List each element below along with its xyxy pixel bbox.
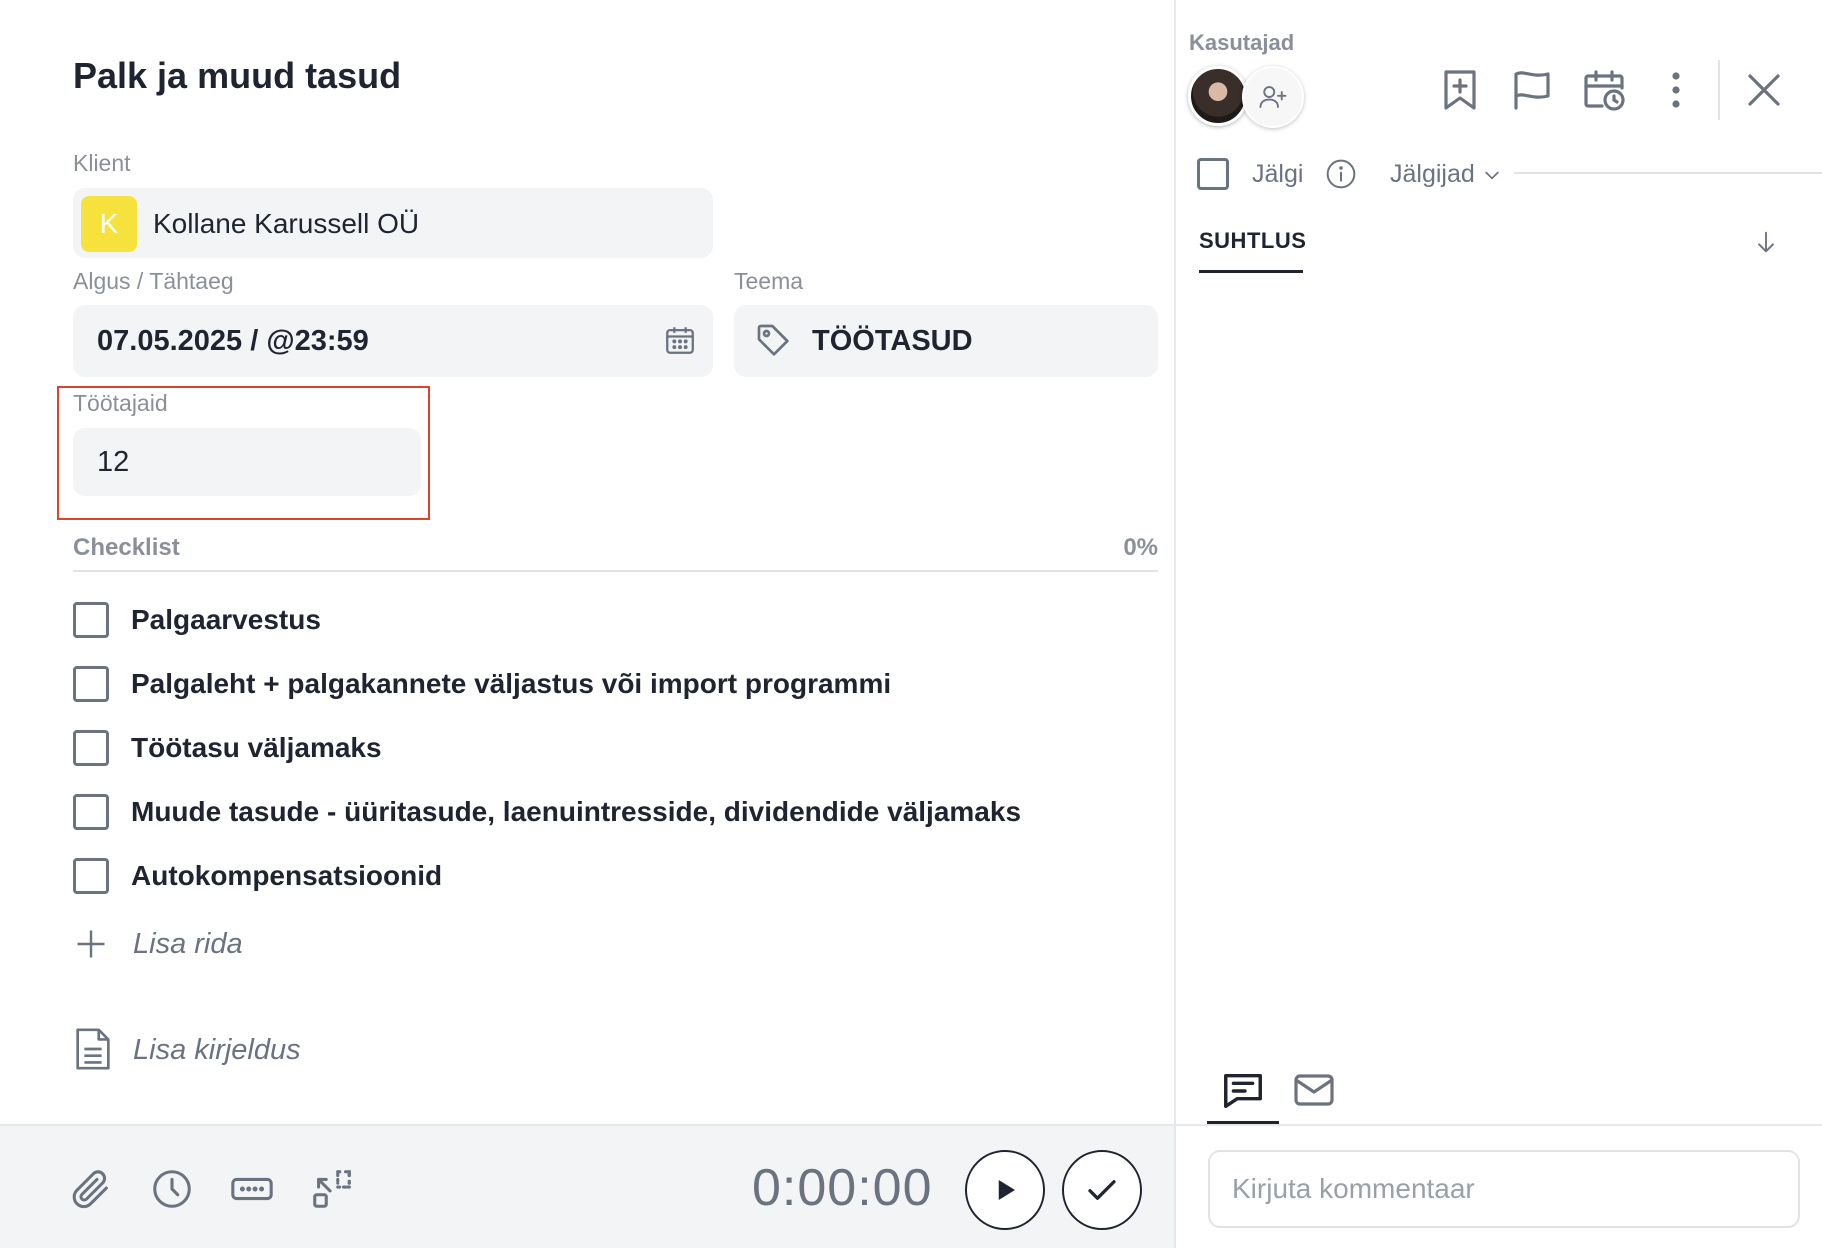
collapse-icon[interactable] (309, 1166, 355, 1212)
tag-icon (757, 324, 789, 356)
description-placeholder: Lisa kirjeldus (133, 1034, 301, 1066)
checklist-item: Palgaarvestus (73, 600, 1173, 640)
tab-email[interactable] (1288, 1066, 1340, 1118)
date-field[interactable]: 07.05.2025 / @23:59 (73, 305, 713, 377)
mail-icon (1294, 1074, 1334, 1106)
checklist-progress: 0% (1123, 534, 1158, 561)
plus-icon (77, 930, 105, 958)
document-icon (76, 1028, 110, 1070)
check-icon (1088, 1180, 1116, 1200)
follow-label[interactable]: Jälgi (1252, 160, 1303, 189)
checklist-item: Muude tasude - üüritasude, laenuintressi… (73, 792, 1173, 832)
arrow-down-icon[interactable] (1752, 228, 1780, 256)
theme-value: TÖÖTASUD (812, 325, 973, 357)
employees-value: 12 (97, 446, 130, 478)
checklist-item: Töötasu väljamaks (73, 728, 1173, 768)
followers-divider (1514, 172, 1822, 174)
user-avatar[interactable] (1188, 66, 1248, 126)
play-icon (998, 1180, 1015, 1200)
info-icon[interactable] (1325, 158, 1357, 190)
add-user-button[interactable] (1242, 66, 1304, 128)
tab-comment[interactable] (1207, 1066, 1279, 1124)
calendar-icon[interactable] (663, 323, 697, 357)
checklist-item-label[interactable]: Muude tasude - üüritasude, laenuintressi… (131, 796, 1021, 828)
chevron-down-icon (1485, 172, 1499, 180)
checklist-checkbox[interactable] (73, 602, 109, 638)
theme-field[interactable]: TÖÖTASUD (734, 305, 1158, 377)
date-value: 07.05.2025 / @23:59 (97, 325, 369, 357)
bookmark-plus-icon[interactable] (1436, 64, 1484, 116)
checklist-header: Checklist 0% (73, 534, 1158, 572)
clock-icon[interactable] (149, 1166, 195, 1212)
employees-label: Töötajaid (73, 390, 168, 416)
checklist-item: Autokompensatsioonid (73, 856, 1173, 896)
dates-label: Algus / Tähtaeg (73, 268, 234, 294)
add-user-icon (1259, 86, 1287, 108)
checklist-item-label[interactable]: Autokompensatsioonid (131, 860, 442, 892)
followers-dropdown[interactable]: Jälgijad (1390, 160, 1502, 189)
more-vertical-icon[interactable] (1652, 64, 1700, 116)
task-title[interactable]: Palk ja muud tasud (73, 55, 401, 97)
employees-field[interactable]: 12 (73, 428, 421, 496)
play-button[interactable] (965, 1150, 1045, 1230)
comment-icon (1224, 1073, 1262, 1109)
close-icon[interactable] (1740, 64, 1788, 116)
add-row-label: Lisa rida (133, 928, 243, 960)
users-label: Kasutajad (1189, 30, 1295, 55)
checklist-item-label[interactable]: Palgaarvestus (131, 604, 321, 636)
client-avatar: K (81, 196, 137, 252)
complete-button[interactable] (1062, 1150, 1142, 1230)
checklist-item-label[interactable]: Töötasu väljamaks (131, 732, 382, 764)
checklist-checkbox[interactable] (73, 794, 109, 830)
calendar-clock-icon[interactable] (1580, 64, 1628, 116)
comment-input[interactable] (1208, 1150, 1800, 1228)
composer-divider (1174, 1124, 1822, 1126)
theme-label: Teema (734, 268, 804, 294)
checklist-label: Checklist (73, 534, 180, 561)
checklist-item-label[interactable]: Palgaleht + palgakannete väljastus või i… (131, 668, 891, 700)
checklist-checkbox[interactable] (73, 730, 109, 766)
followers-label: Jälgijad (1390, 160, 1475, 188)
client-field[interactable]: K Kollane Karussell OÜ (73, 188, 713, 258)
follow-checkbox[interactable] (1197, 158, 1229, 190)
checklist-checkbox[interactable] (73, 666, 109, 702)
task-main-panel: Palk ja muud tasud Klient K Kollane Karu… (0, 0, 1174, 1124)
header-divider (1718, 60, 1720, 120)
client-label: Klient (73, 150, 131, 176)
checklist-checkbox[interactable] (73, 858, 109, 894)
timer-display: 0:00:00 (752, 1159, 933, 1217)
tab-active-indicator (1199, 270, 1303, 273)
flag-icon[interactable] (1508, 64, 1556, 116)
keyboard-icon[interactable] (229, 1166, 275, 1212)
paperclip-icon[interactable] (68, 1166, 114, 1212)
tab-communication[interactable]: SUHTLUS (1199, 228, 1306, 254)
checklist-item: Palgaleht + palgakannete väljastus või i… (73, 664, 1173, 704)
client-name: Kollane Karussell OÜ (153, 208, 420, 239)
